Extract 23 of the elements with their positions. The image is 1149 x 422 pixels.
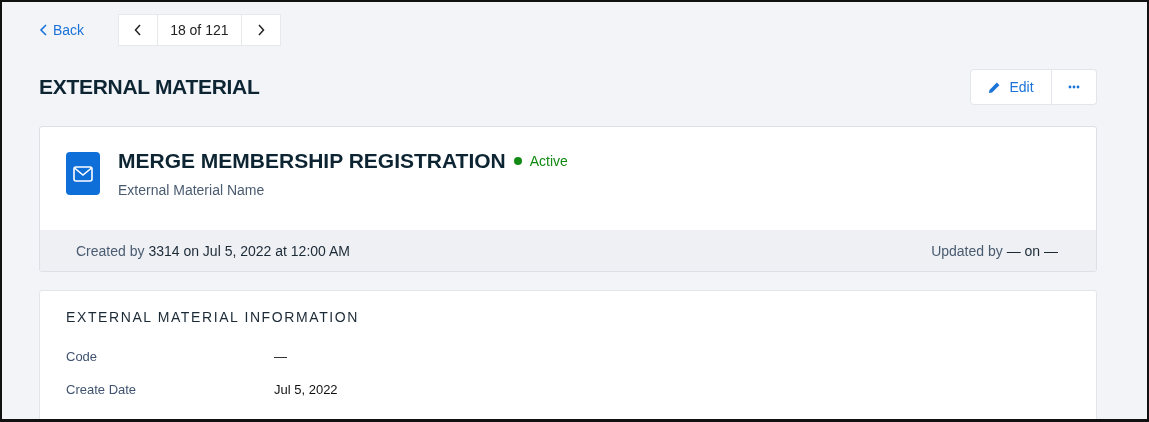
status-label: Active [529, 153, 568, 169]
chevron-left-icon [39, 24, 49, 36]
pager-count: 18 of 121 [158, 14, 241, 46]
page-title: EXTERNAL MATERIAL [39, 75, 260, 99]
more-button[interactable] [1052, 69, 1097, 105]
chevron-left-icon [134, 24, 143, 36]
envelope-icon [66, 152, 100, 195]
back-link[interactable]: Back [39, 22, 85, 38]
field-label: Code [66, 349, 99, 364]
record-subtitle: External Material Name [118, 182, 266, 198]
created-info: Created by 3314 on Jul 5, 2022 at 12:00 AM [76, 242, 350, 259]
previous-button[interactable] [118, 14, 159, 46]
chevron-right-icon [256, 24, 265, 36]
pencil-icon [988, 80, 1002, 94]
next-button[interactable] [240, 14, 281, 46]
updated-info: Updated by — on — [931, 242, 1058, 259]
record-title: MERGE MEMBERSHIP REGISTRATION [118, 149, 506, 173]
field-value: Jul 5, 2022 [274, 382, 339, 397]
field-value: — [274, 349, 288, 364]
more-icon [1068, 85, 1080, 89]
section-heading: EXTERNAL MATERIAL INFORMATION [66, 309, 360, 325]
field-label: Create Date [66, 382, 138, 397]
edit-button[interactable]: Edit [970, 69, 1052, 105]
